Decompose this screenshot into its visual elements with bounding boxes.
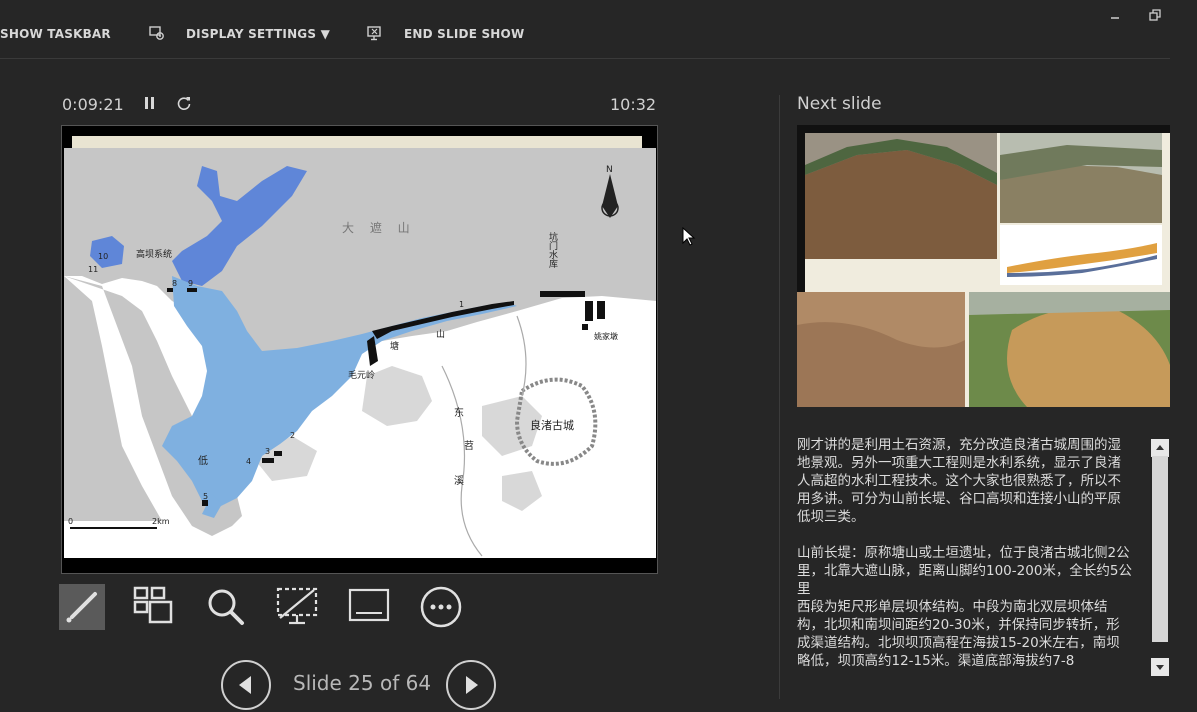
label-n8: 8: [172, 279, 177, 288]
next-slide-preview[interactable]: [797, 125, 1170, 407]
display-settings-icon: [149, 26, 164, 40]
black-screen-button[interactable]: [274, 584, 320, 630]
more-options-button[interactable]: [418, 584, 464, 630]
restart-timer-icon[interactable]: [176, 95, 192, 111]
label-north: N: [606, 165, 613, 175]
label-scale-2km: 2km: [152, 517, 170, 526]
pen-tool-button[interactable]: [59, 584, 105, 630]
arrow-left-icon: [239, 676, 251, 694]
dam-8: [167, 288, 173, 292]
label-tangshan-2: 山: [436, 329, 445, 340]
label-n9: 9: [188, 279, 193, 288]
display-settings-button[interactable]: DISPLAY SETTINGS ▼: [186, 27, 330, 41]
zoom-button[interactable]: [202, 584, 248, 630]
notes-paragraph-3: 西段为矩尺形单层坝体结构。中段为南北双层坝体结构，北坝和南坝间距约20-30米，…: [797, 599, 1120, 669]
next-slide-photos: [797, 125, 1170, 407]
label-n11: 11: [88, 265, 98, 274]
pen-icon: [66, 592, 97, 623]
arrow-right-icon: [466, 676, 478, 694]
label-di: 低: [198, 454, 208, 467]
clock: 10:32: [610, 95, 657, 114]
see-all-slides-button[interactable]: [130, 584, 176, 630]
label-xi: 溪: [454, 475, 464, 487]
dam-east-3: [597, 301, 605, 319]
scrollbar-thumb[interactable]: [1152, 456, 1168, 642]
current-slide[interactable]: N 大 遮 山 高坝系统 坑门水库 姚家墩 塘 山 毛元岭 良渚古城 东 苕 溪…: [61, 125, 658, 574]
dam-9: [187, 288, 197, 292]
more-icon: [420, 586, 462, 628]
slide-counter[interactable]: Slide 25 of 64: [293, 671, 431, 695]
dam-2: [274, 451, 282, 456]
chevron-down-icon: [1156, 665, 1164, 670]
elapsed-timer: 0:09:21: [62, 95, 124, 114]
label-n2: 2: [290, 431, 295, 440]
grid-icon: [133, 586, 173, 624]
label-reservoir: 坑门水库: [547, 231, 558, 269]
dam-east-1: [540, 291, 585, 297]
subtitles-icon: [348, 588, 390, 622]
restore-icon[interactable]: [1148, 8, 1162, 22]
show-taskbar-button[interactable]: SHOW TASKBAR: [0, 27, 111, 41]
end-show-icon: [367, 26, 381, 41]
scroll-up-button[interactable]: [1151, 439, 1169, 457]
minimize-icon[interactable]: [1108, 8, 1122, 22]
label-mountain: 大 遮 山: [342, 220, 416, 235]
scroll-down-button[interactable]: [1151, 658, 1169, 676]
label-n1: 1: [459, 300, 464, 309]
next-slide-title: Next slide: [797, 94, 882, 114]
label-maoyuanling: 毛元岭: [348, 369, 375, 381]
search-icon: [208, 589, 244, 625]
label-n3: 3: [265, 447, 270, 456]
subtitles-button[interactable]: [346, 584, 392, 630]
pane-divider: [779, 95, 780, 699]
mouse-cursor-icon: [682, 227, 696, 246]
label-n5: 5: [203, 492, 208, 501]
label-n10: 10: [98, 252, 108, 261]
label-liangzhu: 良渚古城: [530, 418, 574, 432]
label-scale-0: 0: [68, 517, 73, 526]
chevron-up-icon: [1156, 445, 1164, 450]
end-slide-show-button[interactable]: END SLIDE SHOW: [404, 27, 524, 41]
speaker-notes[interactable]: 刚才讲的是利用土石资源，充分改造良渚古城周围的湿地景观。另外一项重大工程则是水利…: [797, 436, 1133, 699]
dam-east-2: [585, 301, 593, 321]
dam-3: [262, 458, 274, 463]
label-n4: 4: [246, 457, 251, 466]
label-dam-system: 高坝系统: [136, 248, 172, 260]
notes-paragraph-2: 山前长堤：原称塘山或土垣遗址，位于良渚古城北侧2公里，北靠大遮山脉，距离山脚约1…: [797, 545, 1132, 597]
label-tiao: 苕: [464, 440, 474, 452]
dam-east-4: [582, 324, 588, 330]
presenter-toolbar: SHOW TASKBAR DISPLAY SETTINGS ▼ END SLID…: [0, 0, 1197, 60]
next-slide-button[interactable]: [446, 660, 496, 710]
label-yaojiadun: 姚家墩: [594, 331, 618, 341]
label-tangshan-1: 塘: [390, 340, 399, 352]
map-figure: N 大 遮 山 高坝系统 坑门水库 姚家墩 塘 山 毛元岭 良渚古城 东 苕 溪…: [62, 126, 657, 573]
toolbar-divider: [0, 58, 1170, 59]
pause-icon[interactable]: [144, 96, 156, 110]
notes-paragraph-1: 刚才讲的是利用土石资源，充分改造良渚古城周围的湿地景观。另外一项重大工程则是水利…: [797, 437, 1121, 525]
black-screen-icon: [276, 587, 318, 625]
label-dong: 东: [454, 406, 464, 419]
previous-slide-button[interactable]: [221, 660, 271, 710]
